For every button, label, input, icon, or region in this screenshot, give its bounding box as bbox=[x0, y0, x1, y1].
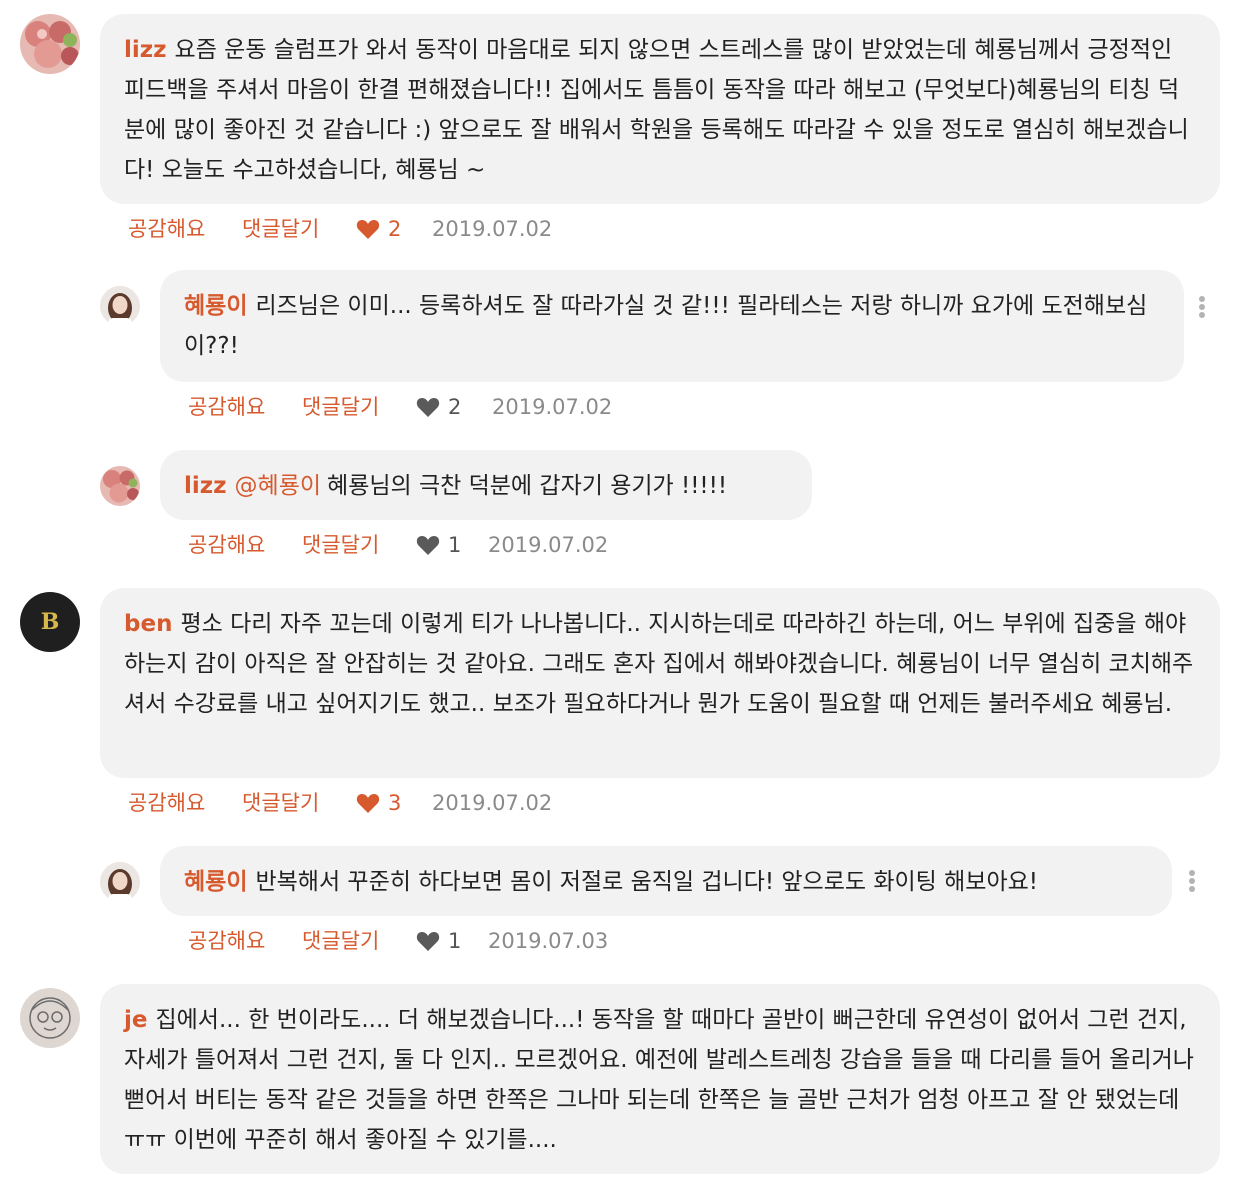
reply-button[interactable]: 댓글달기 bbox=[302, 926, 379, 956]
comment-bubble: 혜룡이 반복해서 꾸준히 하다보면 몸이 저절로 움직일 겁니다! 앞으로도 화이… bbox=[160, 846, 1172, 916]
heart-icon bbox=[356, 794, 380, 813]
reply-button[interactable]: 댓글달기 bbox=[242, 214, 319, 244]
like-count-value: 1 bbox=[448, 533, 462, 557]
like-count[interactable]: 2 bbox=[356, 214, 401, 244]
comment-actions: 공감해요 댓글달기 3 2019.07.02 bbox=[128, 788, 628, 818]
comment-author[interactable]: 혜룡이 bbox=[184, 293, 247, 319]
like-button[interactable]: 공감해요 bbox=[128, 788, 205, 818]
flowers-avatar[interactable] bbox=[20, 14, 80, 74]
comment-date: 2019.07.02 bbox=[488, 533, 609, 557]
comment-text: 반복해서 꾸준히 하다보면 몸이 저절로 움직일 겁니다! 앞으로도 화이팅 해… bbox=[255, 869, 1039, 895]
comment-date: 2019.07.03 bbox=[488, 929, 609, 953]
like-button[interactable]: 공감해요 bbox=[188, 530, 265, 560]
comment-bubble: je 집에서... 한 번이라도.... 더 해보겠습니다...! 동작을 할 때… bbox=[100, 984, 1220, 1174]
comment: B ben 평소 다리 자주 꼬는데 이렇게 티가 나나봅니다.. 지시하는데로 … bbox=[20, 588, 1220, 828]
reply: 혜룡이 반복해서 꾸준히 하다보면 몸이 저절로 움직일 겁니다! 앞으로도 화이… bbox=[100, 846, 1220, 956]
comment-actions: 공감해요 댓글달기 2 2019.07.02 bbox=[188, 392, 688, 422]
profile-photo-avatar[interactable] bbox=[100, 286, 140, 326]
reply: lizz @혜룡이 혜룡님의 극찬 덕분에 갑자기 용기가 !!!!! 공감해요 댓… bbox=[100, 450, 1220, 560]
comment-author[interactable]: ben bbox=[124, 611, 172, 637]
like-count[interactable]: 1 bbox=[416, 530, 461, 560]
like-button[interactable]: 공감해요 bbox=[188, 392, 265, 422]
more-options-icon[interactable] bbox=[1182, 868, 1202, 896]
like-count[interactable]: 1 bbox=[416, 926, 461, 956]
like-button[interactable]: 공감해요 bbox=[188, 926, 265, 956]
comment-text: 집에서... 한 번이라도.... 더 해보겠습니다...! 동작을 할 때마다… bbox=[124, 1007, 1194, 1153]
like-count-value: 2 bbox=[388, 217, 402, 241]
like-count[interactable]: 2 bbox=[416, 392, 461, 422]
comment-bubble: lizz @혜룡이 혜룡님의 극찬 덕분에 갑자기 용기가 !!!!! bbox=[160, 450, 812, 520]
reply-button[interactable]: 댓글달기 bbox=[302, 392, 379, 422]
comment-date: 2019.07.02 bbox=[432, 791, 553, 815]
comment-text: 평소 다리 자주 꼬는데 이렇게 티가 나나봅니다.. 지시하는데로 따라하긴 … bbox=[124, 611, 1194, 717]
comment-actions: 공감해요 댓글달기 2 2019.07.02 bbox=[128, 214, 628, 244]
like-count-value: 3 bbox=[388, 791, 402, 815]
comment-bubble: 혜룡이 리즈님은 이미... 등록하셔도 잘 따라가실 것 같!!! 필라테스는 … bbox=[160, 270, 1184, 382]
like-count-value: 2 bbox=[448, 395, 462, 419]
comment-bubble: ben 평소 다리 자주 꼬는데 이렇게 티가 나나봅니다.. 지시하는데로 따라… bbox=[100, 588, 1220, 778]
reply-button[interactable]: 댓글달기 bbox=[242, 788, 319, 818]
flowers-avatar[interactable] bbox=[100, 466, 140, 506]
avatar-letter: B bbox=[40, 609, 60, 635]
comment-author[interactable]: 혜룡이 bbox=[184, 869, 247, 895]
comment-text: 요즘 운동 슬럼프가 와서 동작이 마음대로 되지 않으면 스트레스를 많이 받… bbox=[124, 37, 1189, 183]
heart-icon bbox=[416, 398, 440, 417]
comment-actions: 공감해요 댓글달기 1 2019.07.02 bbox=[188, 530, 688, 560]
reply-button[interactable]: 댓글달기 bbox=[302, 530, 379, 560]
more-options-icon[interactable] bbox=[1192, 294, 1212, 322]
mention-link[interactable]: @혜룡이 bbox=[235, 473, 321, 499]
comment-date: 2019.07.02 bbox=[432, 217, 553, 241]
like-count-value: 1 bbox=[448, 929, 462, 953]
comment-author[interactable]: lizz bbox=[124, 37, 167, 63]
comment-text: 혜룡님의 극찬 덕분에 갑자기 용기가 !!!!! bbox=[327, 473, 728, 499]
comment: je 집에서... 한 번이라도.... 더 해보겠습니다...! 동작을 할 때… bbox=[20, 984, 1220, 1174]
heart-icon bbox=[356, 220, 380, 239]
like-count[interactable]: 3 bbox=[356, 788, 401, 818]
sketch-avatar[interactable] bbox=[20, 988, 80, 1048]
comment: lizz 요즘 운동 슬럼프가 와서 동작이 마음대로 되지 않으면 스트레스를 … bbox=[20, 14, 1220, 254]
reply: 혜룡이 리즈님은 이미... 등록하셔도 잘 따라가실 것 같!!! 필라테스는 … bbox=[100, 270, 1220, 420]
comment-actions: 공감해요 댓글달기 1 2019.07.03 bbox=[188, 926, 688, 956]
heart-icon bbox=[416, 536, 440, 555]
profile-photo-avatar[interactable] bbox=[100, 862, 140, 902]
b-letter-avatar[interactable]: B bbox=[20, 592, 80, 652]
comment-author[interactable]: je bbox=[124, 1007, 147, 1033]
comment-date: 2019.07.02 bbox=[492, 395, 613, 419]
comment-bubble: lizz 요즘 운동 슬럼프가 와서 동작이 마음대로 되지 않으면 스트레스를 … bbox=[100, 14, 1220, 204]
heart-icon bbox=[416, 932, 440, 951]
like-button[interactable]: 공감해요 bbox=[128, 214, 205, 244]
comment-author[interactable]: lizz bbox=[184, 473, 227, 499]
comment-text: 리즈님은 이미... 등록하셔도 잘 따라가실 것 같!!! 필라테스는 저랑 … bbox=[184, 293, 1148, 359]
